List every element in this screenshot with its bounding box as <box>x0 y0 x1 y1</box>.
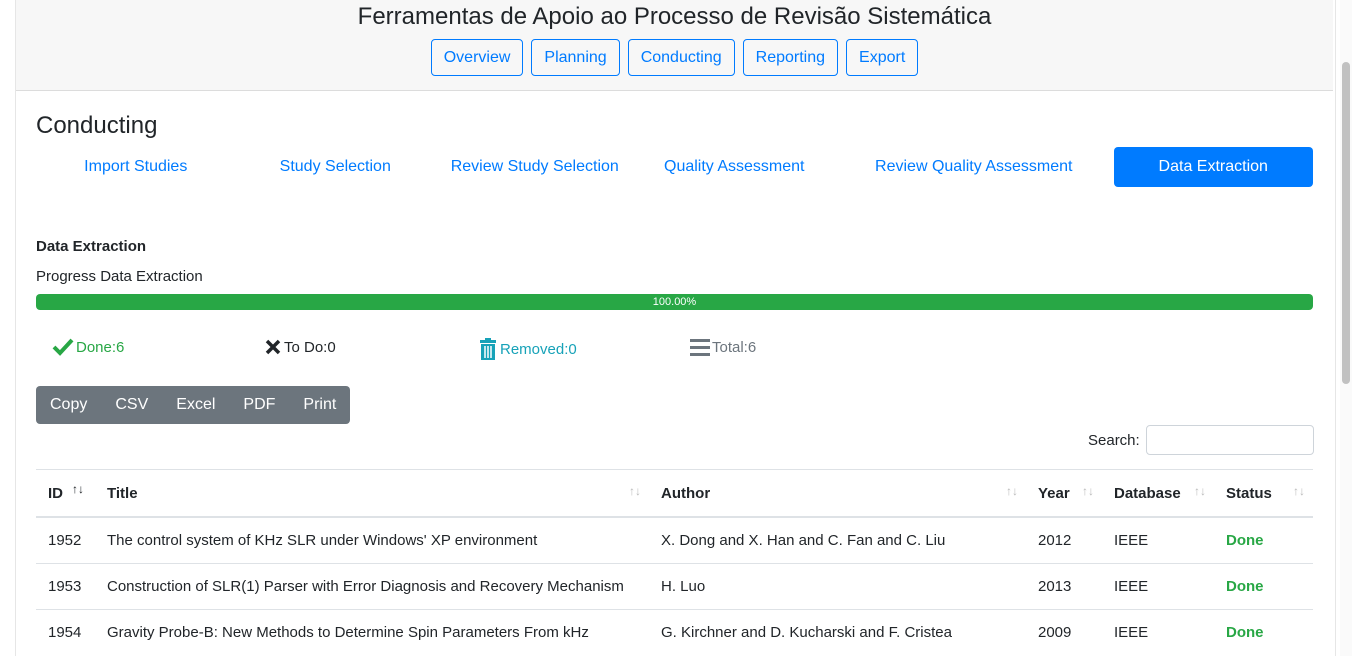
cell-id: 1954 <box>36 609 95 655</box>
stat-todo-value: 0 <box>327 338 336 356</box>
sort-asc-icon: ↑↓ <box>72 482 84 496</box>
col-title[interactable]: Title ↑↓ <box>95 469 649 518</box>
cell-database: IEEE <box>1102 516 1214 564</box>
cell-database: IEEE <box>1102 563 1214 610</box>
stat-removed-label: Removed: <box>500 340 569 358</box>
table-header-row: ID ↑↓ Title ↑↓ Author ↑↓ Year ↑↓ Database ↑↓ … <box>36 469 1313 518</box>
stat-total-value: 6 <box>747 338 757 356</box>
col-author-label: Author <box>661 484 711 502</box>
col-id-label: ID <box>48 484 63 502</box>
nav-reporting-button[interactable]: Reporting <box>742 39 839 76</box>
col-database-label: Database <box>1114 484 1181 502</box>
stat-done-label: Done: <box>76 338 117 356</box>
cell-title: The control system of KHz SLR under Wind… <box>95 516 649 564</box>
cell-year: 2013 <box>1026 563 1102 610</box>
copy-button[interactable]: Copy <box>36 386 101 424</box>
studies-table: ID ↑↓ Title ↑↓ Author ↑↓ Year ↑↓ Database ↑↓ … <box>36 469 1313 655</box>
nav-conducting-button[interactable]: Conducting <box>627 39 735 76</box>
cell-author: G. Kirchner and D. Kucharski and F. Cris… <box>649 609 1026 655</box>
header: Ferramentas de Apoio ao Processo de Revi… <box>16 0 1333 91</box>
sort-icon: ↑↓ <box>1293 484 1305 498</box>
cell-author: X. Dong and X. Han and C. Fan and C. Liu <box>649 516 1026 564</box>
export-button-group: Copy CSV Excel PDF Print <box>36 386 351 424</box>
sort-icon: ↑↓ <box>629 484 641 498</box>
stat-removed[interactable]: Removed: 0 <box>478 338 577 360</box>
stat-todo-label: To Do: <box>284 338 328 356</box>
scrollbar[interactable] <box>1340 0 1352 656</box>
stat-done-value: 6 <box>116 338 125 356</box>
scroll-thumb[interactable] <box>1342 62 1350 384</box>
top-nav: Overview Planning Conducting Reporting E… <box>16 39 1333 76</box>
cell-status: Done <box>1214 563 1313 610</box>
col-status[interactable]: Status ↑↓ <box>1214 469 1313 518</box>
search-label: Search: <box>1088 431 1140 449</box>
col-author[interactable]: Author ↑↓ <box>649 469 1026 518</box>
cell-year: 2012 <box>1026 516 1102 564</box>
csv-button[interactable]: CSV <box>101 386 162 424</box>
nav-planning-button[interactable]: Planning <box>531 39 620 76</box>
section-title: Conducting <box>36 112 158 139</box>
stat-total-label: Total: <box>712 338 748 356</box>
cell-title: Gravity Probe-B: New Methods to Determin… <box>95 609 649 655</box>
stat-removed-value: 0 <box>568 340 577 358</box>
stat-todo[interactable]: To Do: 0 <box>264 338 336 356</box>
search: Search: <box>1088 425 1314 455</box>
cell-status: Done <box>1214 609 1313 655</box>
table-row[interactable]: 1954 Gravity Probe-B: New Methods to Det… <box>36 609 1313 655</box>
tab-import-studies[interactable]: Import Studies <box>36 147 236 187</box>
progress-label: Progress Data Extraction <box>36 268 203 285</box>
cell-status: Done <box>1214 516 1313 564</box>
cell-id: 1953 <box>36 563 95 610</box>
pdf-button[interactable]: PDF <box>229 386 289 424</box>
cell-author: H. Luo <box>649 563 1026 610</box>
print-button[interactable]: Print <box>289 386 350 424</box>
app-title: Ferramentas de Apoio ao Processo de Revi… <box>357 3 992 30</box>
search-input[interactable] <box>1145 425 1314 455</box>
stat-total[interactable]: Total: 6 <box>690 338 756 356</box>
col-year-label: Year <box>1038 484 1070 502</box>
tab-review-study-selection[interactable]: Review Study Selection <box>435 147 635 187</box>
cell-year: 2009 <box>1026 609 1102 655</box>
tab-review-quality-assessment[interactable]: Review Quality Assessment <box>834 147 1114 187</box>
col-status-label: Status <box>1226 484 1272 502</box>
tab-quality-assessment[interactable]: Quality Assessment <box>635 147 835 187</box>
col-title-label: Title <box>107 484 138 502</box>
table-row[interactable]: 1952 The control system of KHz SLR under… <box>36 516 1313 564</box>
check-icon <box>52 338 74 356</box>
stat-done[interactable]: Done: 6 <box>52 338 124 356</box>
col-database[interactable]: Database ↑↓ <box>1102 469 1214 518</box>
progress-bar: 100.00% <box>36 294 1313 310</box>
trash-icon <box>480 338 496 360</box>
bars-icon <box>690 339 710 356</box>
excel-button[interactable]: Excel <box>162 386 229 424</box>
nav-overview-button[interactable]: Overview <box>430 39 524 76</box>
sort-icon: ↑↓ <box>1194 484 1206 498</box>
cell-id: 1952 <box>36 516 95 564</box>
extraction-heading: Data Extraction <box>36 238 147 255</box>
tab-study-selection[interactable]: Study Selection <box>236 147 436 187</box>
tab-data-extraction[interactable]: Data Extraction <box>1113 147 1313 187</box>
cell-title: Construction of SLR(1) Parser with Error… <box>95 563 649 610</box>
times-icon <box>265 339 281 355</box>
sort-icon: ↑↓ <box>1006 484 1018 498</box>
sub-nav: Import Studies Study Selection Review St… <box>36 147 1313 187</box>
sort-icon: ↑↓ <box>1082 484 1094 498</box>
progress-track: 100.00% <box>36 294 1313 310</box>
table-row[interactable]: 1953 Construction of SLR(1) Parser with … <box>36 563 1313 610</box>
col-id[interactable]: ID ↑↓ <box>36 469 95 518</box>
cell-database: IEEE <box>1102 609 1214 655</box>
nav-export-button[interactable]: Export <box>846 39 919 76</box>
col-year[interactable]: Year ↑↓ <box>1026 469 1102 518</box>
